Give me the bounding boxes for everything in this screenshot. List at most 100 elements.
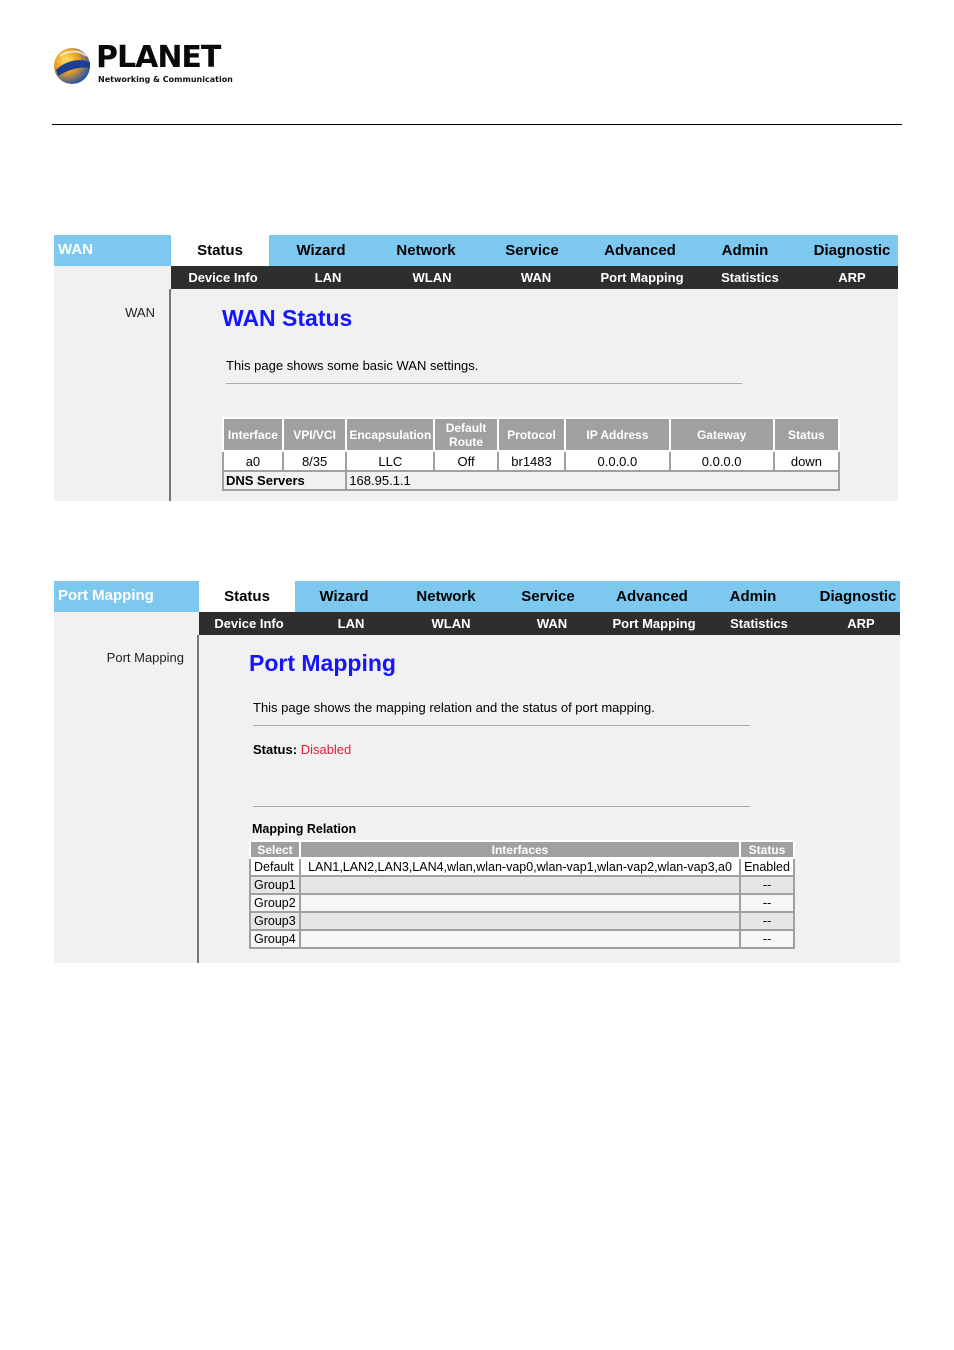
tab-diagnostic[interactable]: Diagnostic [806, 235, 898, 266]
divider [253, 806, 750, 807]
cell-status: -- [739, 875, 795, 895]
page-title: WAN Status [222, 305, 353, 331]
cell-status: -- [739, 929, 795, 949]
subtab-statistics[interactable]: Statistics [700, 266, 800, 289]
page-description: This page shows the mapping relation and… [253, 700, 655, 715]
subtab-port-mapping[interactable]: Port Mapping [604, 612, 704, 635]
cell-interfaces: LAN1,LAN2,LAN3,LAN4,wlan,wlan-vap0,wlan-… [299, 857, 741, 877]
mapping-relation-table: Select Interfaces Status Default LAN1,LA… [249, 840, 795, 949]
table-row[interactable]: Group2 -- [249, 893, 795, 913]
cell-status: down [772, 450, 841, 472]
divider [253, 725, 750, 726]
main-nav: Port Mapping Status Wizard Network Servi… [54, 581, 900, 612]
col-header: Protocol [496, 417, 567, 452]
cell-select: Group1 [249, 875, 301, 895]
tab-advanced[interactable]: Advanced [602, 581, 702, 612]
cell-interface: a0 [222, 450, 284, 472]
cell-interfaces [299, 875, 741, 895]
cell-gateway: 0.0.0.0 [668, 450, 775, 472]
cell-default-route: Off [433, 450, 499, 472]
sub-nav: Device Info LAN WLAN WAN Port Mapping St… [54, 612, 900, 635]
sidebar-item-port-mapping[interactable]: Port Mapping [54, 650, 184, 665]
col-header: Gateway [668, 417, 775, 452]
page-description: This page shows some basic WAN settings. [226, 358, 479, 373]
cell-vpi-vci: 8/35 [281, 450, 348, 472]
header-divider [52, 124, 902, 125]
section-name: WAN [58, 241, 93, 258]
col-header: Interface [222, 417, 284, 452]
status-label: Status: [253, 742, 298, 757]
subtab-statistics[interactable]: Statistics [710, 612, 808, 635]
main-nav: WAN Status Wizard Network Service Advanc… [54, 235, 898, 266]
cell-encapsulation: LLC [345, 450, 436, 472]
cell-ip-address: 0.0.0.0 [564, 450, 671, 472]
wan-status-table: Interface VPI/VCI Encapsulation Default … [221, 417, 841, 491]
subtab-lan[interactable]: LAN [302, 612, 400, 635]
brand-tagline: Networking & Communication [98, 75, 233, 84]
divider [226, 383, 742, 384]
tab-admin[interactable]: Admin [710, 581, 796, 612]
subtab-port-mapping[interactable]: Port Mapping [590, 266, 694, 289]
cell-select: Group4 [249, 929, 301, 949]
subtab-arp[interactable]: ARP [806, 266, 898, 289]
table-row[interactable]: Group4 -- [249, 929, 795, 949]
tab-advanced[interactable]: Advanced [588, 235, 692, 266]
cell-select: Group2 [249, 893, 301, 913]
table-row[interactable]: Group1 -- [249, 875, 795, 895]
table-row[interactable]: Group3 -- [249, 911, 795, 931]
col-header: Status [772, 417, 841, 452]
sub-nav: Device Info LAN WLAN WAN Port Mapping St… [54, 266, 898, 289]
globe-icon [54, 48, 90, 84]
subtab-wlan[interactable]: WLAN [402, 612, 500, 635]
dns-row: DNS Servers 168.95.1.1 [221, 470, 840, 491]
tab-service[interactable]: Service [500, 581, 596, 612]
subtab-lan[interactable]: LAN [278, 266, 378, 289]
col-header: Select [249, 840, 301, 859]
section-name: Port Mapping [58, 587, 154, 604]
wan-status-screenshot: WAN Status Wizard Network Service Advanc… [54, 235, 898, 501]
subtab-wan[interactable]: WAN [486, 266, 586, 289]
subtab-wan[interactable]: WAN [502, 612, 602, 635]
subtab-arp[interactable]: ARP [812, 612, 910, 635]
cell-interfaces [299, 929, 741, 949]
tab-service[interactable]: Service [482, 235, 582, 266]
cell-status: -- [739, 893, 795, 913]
sidebar-divider [197, 635, 199, 963]
subtab-device-info[interactable]: Device Info [199, 612, 299, 635]
tab-wizard[interactable]: Wizard [272, 235, 370, 266]
tab-admin[interactable]: Admin [700, 235, 790, 266]
tab-status[interactable]: Status [199, 581, 295, 612]
planet-logo: PLANET Networking & Communication [52, 40, 233, 88]
table-row: a0 8/35 LLC Off br1483 0.0.0.0 0.0.0.0 d… [222, 450, 841, 472]
cell-interfaces [299, 893, 741, 913]
sidebar-divider [169, 289, 171, 501]
col-header: Interfaces [299, 840, 741, 859]
tab-wizard[interactable]: Wizard [296, 581, 392, 612]
cell-interfaces [299, 911, 741, 931]
mapping-relation-label: Mapping Relation [252, 822, 357, 836]
col-header: Status [739, 840, 795, 859]
cell-select: Default [249, 857, 301, 877]
status-value: Disabled [300, 742, 352, 757]
cell-status: -- [739, 911, 795, 931]
brand-name: PLANET [96, 40, 221, 75]
port-mapping-screenshot: Port Mapping Status Wizard Network Servi… [54, 581, 900, 963]
col-header: IP Address [564, 417, 671, 452]
table-row[interactable]: Default LAN1,LAN2,LAN3,LAN4,wlan,wlan-va… [249, 857, 795, 877]
page-title: Port Mapping [249, 650, 396, 676]
cell-select: Group3 [249, 911, 301, 931]
cell-status: Enabled [739, 857, 795, 877]
tab-network[interactable]: Network [376, 235, 476, 266]
cell-protocol: br1483 [496, 450, 567, 472]
tab-diagnostic[interactable]: Diagnostic [812, 581, 904, 612]
col-header: VPI/VCI [281, 417, 348, 452]
tab-status[interactable]: Status [171, 235, 269, 266]
dns-label: DNS Servers [221, 470, 348, 491]
subtab-wlan[interactable]: WLAN [382, 266, 482, 289]
subtab-device-info[interactable]: Device Info [171, 266, 275, 289]
status-line: Status: Disabled [253, 742, 351, 757]
dns-value: 168.95.1.1 [345, 470, 840, 491]
col-header: Default Route [433, 417, 499, 452]
sidebar-item-wan[interactable]: WAN [54, 305, 155, 320]
tab-network[interactable]: Network [398, 581, 494, 612]
